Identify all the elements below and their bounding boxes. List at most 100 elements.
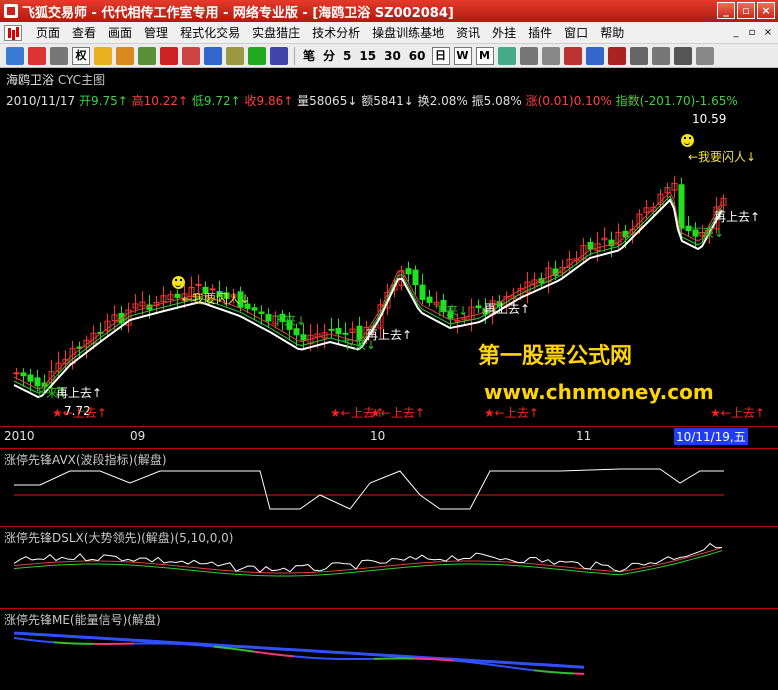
candle-body: [405, 268, 412, 275]
me-panel[interactable]: 涨停先锋ME(能量信号)(解盘): [0, 608, 778, 690]
dslx-panel[interactable]: 涨停先锋DSLX(大势领先)(解盘)(5,10,0,0): [0, 526, 778, 608]
f10-icon[interactable]: [160, 46, 178, 65]
me-blue-segment: [523, 662, 535, 666]
avx-panel[interactable]: 涨停先锋AVX(波段指标)(解盘): [0, 448, 778, 526]
draw-tool-icon[interactable]: [116, 46, 134, 65]
me-color-segment: [473, 661, 485, 665]
compare-icon[interactable]: [270, 46, 288, 65]
menu-manage[interactable]: 管理: [138, 23, 174, 43]
period-30-button[interactable]: 30: [380, 46, 405, 66]
me-blue-segment: [273, 647, 285, 651]
candlestick-svg[interactable]: [0, 68, 778, 426]
me-blue-segment: [393, 654, 405, 658]
red-star-signal-5: ★←上去↑: [710, 406, 765, 420]
menu-training[interactable]: 操盘训练基地: [366, 23, 450, 43]
chart-area[interactable]: 海鸥卫浴 CYC主图 2010/11/17 开9.75↑ 高10.22↑ 低9.…: [0, 68, 778, 690]
axis-label-09: 09: [130, 429, 146, 443]
menu-hunt[interactable]: 实盘猎庄: [246, 23, 306, 43]
flash-signal-left: ←我要闪人↓: [182, 292, 251, 306]
candle-body: [412, 269, 419, 286]
me-color-segment: [513, 666, 525, 671]
mdi-close-button[interactable]: ×: [762, 27, 774, 39]
dropdown-arrow-icon[interactable]: [28, 46, 46, 65]
me-blue-segment: [13, 631, 25, 636]
indicator-icon[interactable]: [248, 46, 266, 65]
watermark-url: www.chnmoney.com: [484, 380, 714, 404]
me-color-segment: [433, 658, 445, 661]
me-color-segment: [453, 659, 465, 663]
quan-button[interactable]: 权: [72, 46, 90, 65]
chart-tool-icon[interactable]: [607, 46, 626, 65]
more-icon[interactable]: [673, 46, 692, 65]
me-color-segment: [23, 638, 35, 642]
me-blue-segment: [533, 662, 545, 667]
me-blue-segment: [223, 644, 235, 648]
me-color-segment: [563, 671, 575, 675]
me-blue-segment: [563, 664, 575, 669]
down-signal-mid1: 下来↓: [272, 314, 307, 328]
menu-page[interactable]: 页面: [30, 23, 66, 43]
menu-view[interactable]: 查看: [66, 23, 102, 43]
quote-icon[interactable]: [204, 46, 222, 65]
zoom-in-icon[interactable]: [497, 46, 516, 65]
period-week-button[interactable]: W: [453, 46, 472, 65]
layout-icon[interactable]: [6, 46, 24, 65]
pencil-icon[interactable]: [94, 46, 112, 65]
period-minute-button[interactable]: 分: [319, 46, 339, 66]
period-tick-button[interactable]: 笔: [299, 46, 319, 66]
axis-label-11: 11: [576, 429, 592, 443]
alert-icon[interactable]: [563, 46, 582, 65]
me-color-segment: [503, 665, 515, 669]
mdi-restore-button[interactable]: ▫: [746, 27, 758, 39]
axis-label-10: 10: [370, 429, 386, 443]
me-blue-segment: [333, 650, 345, 655]
me-color-segment: [213, 645, 225, 649]
period-month-button[interactable]: M: [475, 46, 494, 65]
search-icon[interactable]: [541, 46, 560, 65]
menu-canvas[interactable]: 画面: [102, 23, 138, 43]
close-button[interactable]: ×: [757, 2, 775, 19]
me-blue-segment: [513, 661, 525, 666]
finance-icon[interactable]: [182, 46, 200, 65]
main-kline-chart[interactable]: 海鸥卫浴 CYC主图 2010/11/17 开9.75↑ 高10.22↑ 低9.…: [0, 68, 778, 428]
menu-info[interactable]: 资讯: [450, 23, 486, 43]
candle-body: [195, 283, 202, 286]
me-blue-segment: [543, 663, 555, 667]
candle-body: [328, 328, 335, 331]
period-5-button[interactable]: 5: [339, 46, 355, 66]
me-svg: [13, 631, 585, 675]
grid-icon[interactable]: [138, 46, 156, 65]
print-icon[interactable]: [629, 46, 648, 65]
menu-window[interactable]: 窗口: [558, 23, 594, 43]
maximize-button[interactable]: ▫: [737, 2, 755, 19]
me-color-segment: [33, 639, 45, 643]
red-star-signal-4: ★←上去↑: [484, 406, 539, 420]
menu-bar: 页面 查看 画面 管理 程式化交易 实盘猎庄 技术分析 操盘训练基地 资讯 外挂…: [0, 22, 778, 44]
mdi-minimize-button[interactable]: _: [730, 27, 742, 39]
settings-icon[interactable]: [651, 46, 670, 65]
period-15-button[interactable]: 15: [355, 46, 380, 66]
me-color-segment: [203, 644, 215, 648]
red-star-signal-3: ★←上去↑: [370, 406, 425, 420]
menu-plugin-ext[interactable]: 外挂: [486, 23, 522, 43]
down-signal-right: 下来↓: [690, 226, 725, 240]
up-again-signal-left: 再上去↑: [56, 386, 103, 400]
period-60-button[interactable]: 60: [405, 46, 430, 66]
cursor-icon[interactable]: [50, 46, 68, 65]
me-blue-segment: [293, 648, 305, 652]
menu-plugin[interactable]: 插件: [522, 23, 558, 43]
chart-app-icon[interactable]: [4, 24, 22, 41]
high-price-label: 10.59: [692, 112, 727, 126]
minimize-button[interactable]: _: [717, 2, 735, 19]
multi-window-icon[interactable]: [585, 46, 604, 65]
menu-program-trade[interactable]: 程式化交易: [174, 23, 246, 43]
chart-icon[interactable]: [226, 46, 244, 65]
me-color-segment: [553, 671, 565, 674]
menu-help[interactable]: 帮助: [594, 23, 630, 43]
period-day-button[interactable]: 日: [431, 46, 450, 65]
menu-tech-analysis[interactable]: 技术分析: [306, 23, 366, 43]
me-blue-segment: [103, 636, 115, 641]
pin-icon[interactable]: [695, 46, 714, 65]
me-blue-segment: [483, 659, 495, 664]
zoom-out-icon[interactable]: [519, 46, 538, 65]
